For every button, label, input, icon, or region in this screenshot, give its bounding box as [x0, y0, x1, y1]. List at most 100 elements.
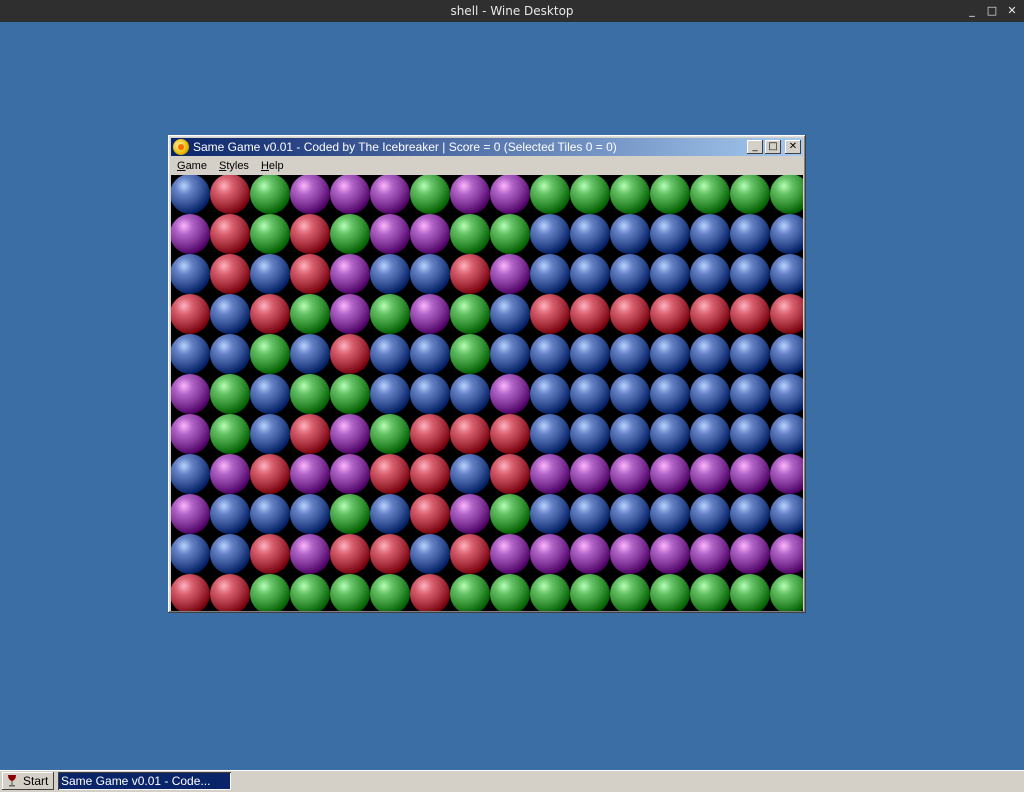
window-titlebar[interactable]: Same Game v0.01 - Coded by The Icebreake… — [171, 138, 803, 156]
tile-purple[interactable] — [650, 454, 690, 494]
tile-blue[interactable] — [210, 494, 250, 534]
tile-red[interactable] — [610, 294, 650, 334]
host-close-button[interactable]: ✕ — [1006, 0, 1018, 22]
tile-purple[interactable] — [610, 534, 650, 574]
tile-blue[interactable] — [610, 374, 650, 414]
tile-purple[interactable] — [570, 454, 610, 494]
tile-purple[interactable] — [690, 454, 730, 494]
tile-blue[interactable] — [171, 254, 210, 294]
tile-blue[interactable] — [370, 254, 410, 294]
host-maximize-button[interactable]: □ — [986, 0, 998, 22]
tile-blue[interactable] — [570, 254, 610, 294]
tile-red[interactable] — [290, 414, 330, 454]
tile-red[interactable] — [171, 574, 210, 611]
tile-blue[interactable] — [171, 534, 210, 574]
tile-purple[interactable] — [330, 414, 370, 454]
tile-blue[interactable] — [370, 494, 410, 534]
tile-purple[interactable] — [290, 175, 330, 214]
tile-red[interactable] — [690, 294, 730, 334]
tile-blue[interactable] — [530, 214, 570, 254]
tile-green[interactable] — [450, 214, 490, 254]
tile-purple[interactable] — [370, 175, 410, 214]
tile-purple[interactable] — [171, 374, 210, 414]
tile-blue[interactable] — [690, 494, 730, 534]
tile-red[interactable] — [570, 294, 610, 334]
tile-purple[interactable] — [570, 534, 610, 574]
tile-green[interactable] — [250, 175, 290, 214]
menu-help[interactable]: Help — [255, 157, 290, 175]
tile-purple[interactable] — [171, 214, 210, 254]
tile-blue[interactable] — [530, 374, 570, 414]
tile-purple[interactable] — [210, 454, 250, 494]
tile-purple[interactable] — [490, 254, 530, 294]
tile-blue[interactable] — [171, 175, 210, 214]
tile-blue[interactable] — [210, 534, 250, 574]
tile-green[interactable] — [610, 574, 650, 611]
tile-green[interactable] — [250, 334, 290, 374]
tile-blue[interactable] — [730, 254, 770, 294]
tile-purple[interactable] — [171, 414, 210, 454]
tile-blue[interactable] — [570, 494, 610, 534]
tile-green[interactable] — [770, 175, 803, 214]
tile-blue[interactable] — [490, 334, 530, 374]
maximize-button[interactable]: □ — [765, 140, 781, 154]
tile-green[interactable] — [290, 574, 330, 611]
tile-purple[interactable] — [770, 454, 803, 494]
tile-purple[interactable] — [610, 454, 650, 494]
tile-purple[interactable] — [450, 175, 490, 214]
menu-game[interactable]: Game — [171, 157, 213, 175]
tile-red[interactable] — [210, 254, 250, 294]
start-button[interactable]: Start — [2, 772, 54, 790]
tile-green[interactable] — [650, 175, 690, 214]
tile-purple[interactable] — [690, 534, 730, 574]
tile-green[interactable] — [250, 214, 290, 254]
tile-blue[interactable] — [610, 494, 650, 534]
tile-green[interactable] — [370, 414, 410, 454]
tile-green[interactable] — [490, 574, 530, 611]
tile-blue[interactable] — [730, 414, 770, 454]
tile-green[interactable] — [450, 334, 490, 374]
tile-blue[interactable] — [650, 214, 690, 254]
tile-blue[interactable] — [610, 254, 650, 294]
tile-green[interactable] — [530, 574, 570, 611]
tile-blue[interactable] — [450, 374, 490, 414]
tile-red[interactable] — [530, 294, 570, 334]
tile-purple[interactable] — [490, 534, 530, 574]
tile-green[interactable] — [730, 574, 770, 611]
tile-red[interactable] — [250, 454, 290, 494]
tile-red[interactable] — [210, 574, 250, 611]
tile-blue[interactable] — [730, 494, 770, 534]
tile-blue[interactable] — [690, 414, 730, 454]
tile-blue[interactable] — [250, 494, 290, 534]
tile-blue[interactable] — [290, 494, 330, 534]
tile-green[interactable] — [730, 175, 770, 214]
tile-purple[interactable] — [530, 454, 570, 494]
tile-purple[interactable] — [330, 175, 370, 214]
tile-green[interactable] — [450, 294, 490, 334]
app-icon[interactable] — [173, 139, 189, 155]
tile-blue[interactable] — [770, 494, 803, 534]
taskbar-item-same-game[interactable]: Same Game v0.01 - Code... — [58, 772, 231, 790]
tile-purple[interactable] — [490, 374, 530, 414]
tile-purple[interactable] — [490, 175, 530, 214]
tile-blue[interactable] — [410, 534, 450, 574]
tile-green[interactable] — [650, 574, 690, 611]
tile-green[interactable] — [330, 374, 370, 414]
tile-green[interactable] — [610, 175, 650, 214]
tile-purple[interactable] — [730, 454, 770, 494]
tile-blue[interactable] — [250, 414, 290, 454]
tile-green[interactable] — [530, 175, 570, 214]
tile-blue[interactable] — [570, 414, 610, 454]
tile-red[interactable] — [171, 294, 210, 334]
tile-green[interactable] — [370, 294, 410, 334]
tile-green[interactable] — [330, 214, 370, 254]
tile-purple[interactable] — [530, 534, 570, 574]
tile-green[interactable] — [690, 175, 730, 214]
tile-blue[interactable] — [570, 374, 610, 414]
tile-green[interactable] — [490, 494, 530, 534]
tile-blue[interactable] — [770, 214, 803, 254]
tile-green[interactable] — [290, 374, 330, 414]
tile-green[interactable] — [570, 574, 610, 611]
tile-blue[interactable] — [770, 374, 803, 414]
tile-red[interactable] — [410, 574, 450, 611]
